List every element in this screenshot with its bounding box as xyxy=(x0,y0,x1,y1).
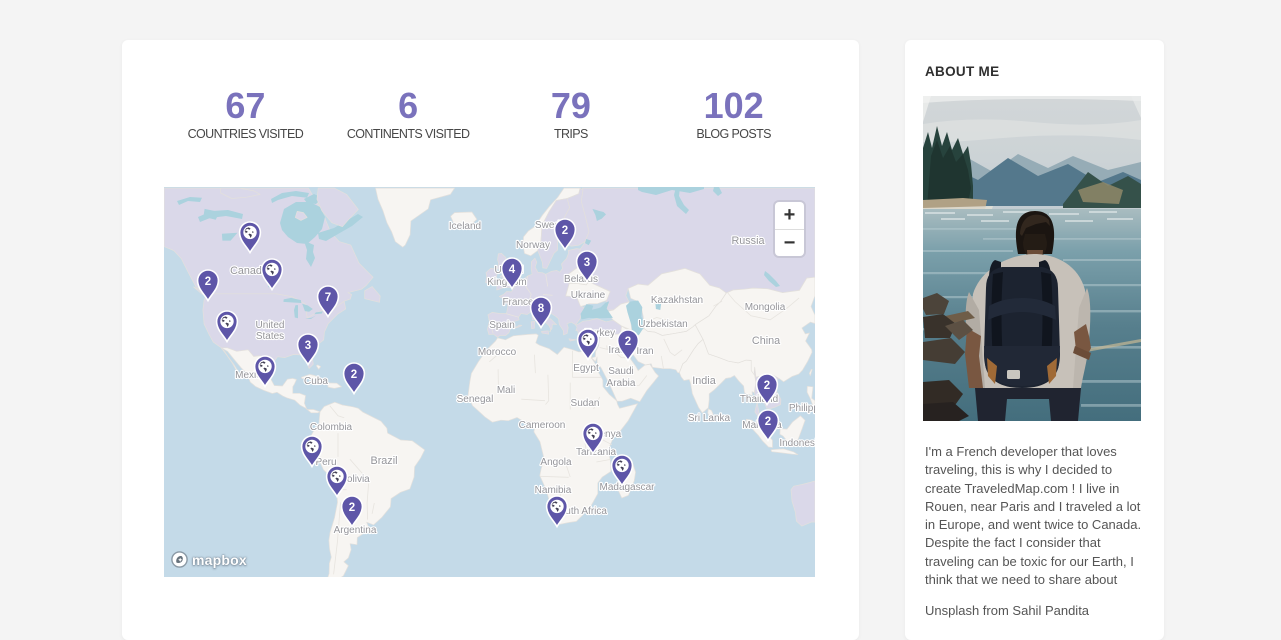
svg-text:Arabia: Arabia xyxy=(607,378,636,389)
svg-text:Saudi: Saudi xyxy=(608,366,634,377)
svg-text:Sri Lanka: Sri Lanka xyxy=(688,413,731,424)
svg-text:Colombia: Colombia xyxy=(310,422,353,433)
svg-text:2: 2 xyxy=(351,369,357,381)
svg-text:4: 4 xyxy=(509,264,516,276)
svg-text:Sudan: Sudan xyxy=(571,398,600,409)
svg-text:Morocco: Morocco xyxy=(478,347,517,358)
svg-text:States: States xyxy=(256,331,284,342)
svg-text:8: 8 xyxy=(538,303,545,315)
svg-text:Iceland: Iceland xyxy=(449,221,481,232)
svg-text:2: 2 xyxy=(205,276,211,288)
svg-text:Egypt: Egypt xyxy=(573,363,599,374)
svg-text:Senegal: Senegal xyxy=(457,394,494,405)
svg-text:Mongolia: Mongolia xyxy=(745,302,786,313)
svg-text:Indonesia: Indonesia xyxy=(779,438,815,449)
svg-text:Angola: Angola xyxy=(540,457,572,468)
svg-text:Mali: Mali xyxy=(497,385,515,396)
svg-text:2: 2 xyxy=(764,380,770,392)
svg-text:Ukraine: Ukraine xyxy=(571,290,606,301)
svg-text:Madagascar: Madagascar xyxy=(599,482,655,493)
svg-text:United: United xyxy=(256,320,285,331)
svg-text:Brazil: Brazil xyxy=(371,455,398,467)
svg-text:Iran: Iran xyxy=(636,346,653,357)
svg-text:3: 3 xyxy=(305,340,311,352)
svg-text:2: 2 xyxy=(349,502,355,514)
svg-text:2: 2 xyxy=(625,336,631,348)
svg-text:Norway: Norway xyxy=(516,240,550,251)
svg-text:Cuba: Cuba xyxy=(304,376,328,387)
svg-text:Spain: Spain xyxy=(489,320,515,331)
svg-text:7: 7 xyxy=(325,292,331,304)
svg-text:Namibia: Namibia xyxy=(535,485,572,496)
svg-text:Kazakhstan: Kazakhstan xyxy=(651,295,703,306)
svg-text:Philippi: Philippi xyxy=(789,403,815,414)
svg-text:Russia: Russia xyxy=(731,235,764,247)
svg-text:3: 3 xyxy=(584,257,590,269)
svg-text:Belarus: Belarus xyxy=(564,274,598,285)
svg-text:2: 2 xyxy=(765,416,771,428)
svg-text:France: France xyxy=(502,297,534,308)
svg-text:Argentina: Argentina xyxy=(334,525,377,536)
svg-text:Uzbekistan: Uzbekistan xyxy=(638,319,687,330)
svg-text:2: 2 xyxy=(562,225,568,237)
svg-text:Cameroon: Cameroon xyxy=(519,420,566,431)
svg-text:India: India xyxy=(692,375,715,387)
svg-text:China: China xyxy=(752,335,780,347)
